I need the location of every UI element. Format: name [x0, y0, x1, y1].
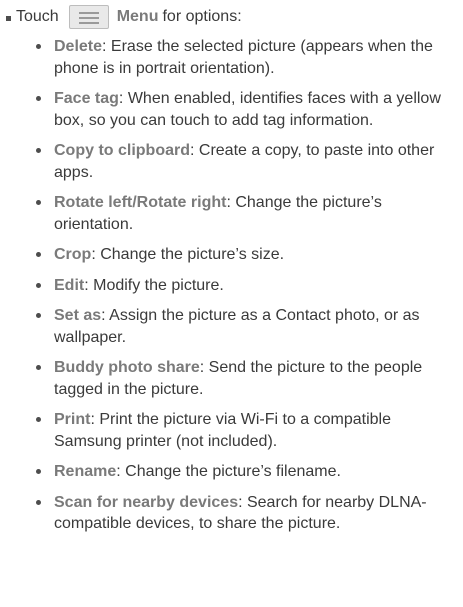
option-term: Face tag	[54, 90, 119, 107]
option-item-crop: Crop: Change the picture’s size.	[34, 244, 459, 266]
option-term: Scan for nearby devices	[54, 493, 239, 511]
option-term: Buddy photo share	[54, 359, 200, 376]
option-term: Rename	[54, 463, 117, 480]
bullet-icon	[36, 417, 41, 422]
option-description: : Change the picture’s size.	[91, 246, 285, 263]
option-item-rename: Rename: Change the picture’s filename.	[34, 461, 459, 483]
option-item-print: Print: Print the picture via Wi-Fi to a …	[34, 409, 459, 452]
option-item-copy-to-clipboard: Copy to clipboard: Create a copy, to pas…	[34, 140, 459, 183]
option-term: Copy to clipboard	[54, 142, 190, 159]
bullet-icon	[36, 365, 41, 370]
option-item-edit: Edit: Modify the picture.	[34, 275, 459, 297]
square-bullet-icon	[6, 15, 11, 21]
option-description: : Print the picture via Wi-Fi to a compa…	[54, 411, 392, 450]
option-term: Crop	[54, 246, 92, 263]
option-term: Delete	[54, 38, 103, 55]
instruction-prefix: Touch	[16, 8, 59, 25]
option-list: Delete: Erase the selected picture (appe…	[34, 36, 459, 544]
bullet-icon	[36, 313, 41, 318]
bullet-icon	[36, 200, 41, 205]
option-term: Print	[54, 411, 91, 428]
menu-label: Menu	[116, 8, 159, 25]
bullet-icon	[36, 96, 41, 101]
bullet-icon	[36, 252, 41, 257]
option-description: : Assign the picture as a Contact photo,…	[54, 307, 420, 346]
option-term: Edit	[54, 276, 85, 294]
option-description: : Erase the selected picture (appears wh…	[54, 38, 433, 77]
menu-icon	[68, 5, 109, 29]
option-term: Rotate left/Rotate right	[54, 194, 227, 211]
bullet-icon	[36, 282, 41, 288]
bullet-icon	[36, 469, 41, 474]
bullet-icon	[36, 148, 41, 153]
option-description: : Change the picture’s filename.	[116, 463, 341, 480]
option-description: : Modify the picture.	[84, 276, 224, 294]
bullet-icon	[36, 44, 41, 49]
option-item-buddy-photo-share: Buddy photo share: Send the picture to t…	[34, 357, 459, 400]
option-term: Set as	[54, 307, 102, 324]
instruction-suffix: for options:	[162, 8, 242, 25]
bullet-icon	[36, 499, 41, 505]
option-item-scan-for-nearby-devices: Scan for nearby devices: Search for near…	[34, 492, 459, 535]
option-item-set-as: Set as: Assign the picture as a Contact …	[34, 305, 459, 348]
menu-instruction: Touch Menu for options:	[6, 5, 242, 29]
option-item-rotate: Rotate left/Rotate right: Change the pic…	[34, 192, 459, 235]
option-item-delete: Delete: Erase the selected picture (appe…	[34, 36, 459, 79]
option-item-face-tag: Face tag: When enabled, identifies faces…	[34, 88, 459, 131]
manual-page: Touch Menu for options: Delete: Erase th…	[0, 0, 463, 607]
